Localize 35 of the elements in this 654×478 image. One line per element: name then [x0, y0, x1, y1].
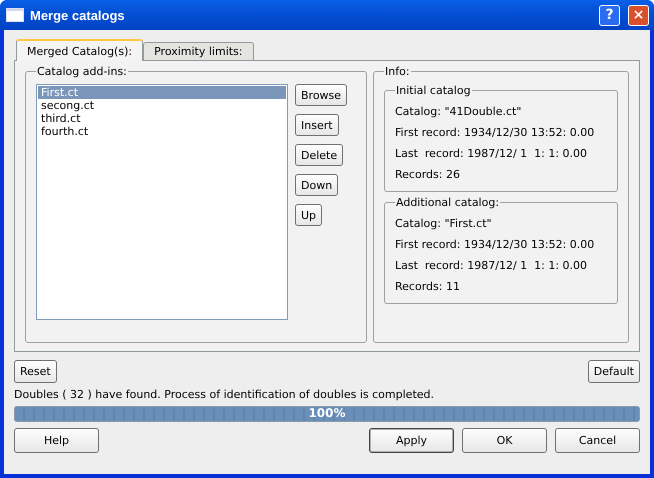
- info-line: First record: 1934/12/30 13:52: 0.00: [395, 125, 596, 141]
- list-item[interactable]: third.ct: [38, 112, 286, 125]
- group-title: Catalog add-ins:: [36, 65, 128, 78]
- info-line: Records: 26: [395, 167, 461, 183]
- catalog-list[interactable]: First.ct secong.ct third.ct fourth.ct: [36, 84, 288, 320]
- window-title: Merge catalogs: [30, 8, 125, 22]
- dialog-button[interactable]: Help: [14, 428, 99, 453]
- info-line: Catalog: "41Double.ct": [395, 104, 522, 120]
- reset-button[interactable]: Reset: [14, 360, 57, 383]
- info-line: Last record: 1987/12/ 1 1: 1: 0.00: [395, 146, 588, 162]
- list-action-button[interactable]: Down: [295, 174, 338, 196]
- list-action-button[interactable]: Up: [295, 204, 322, 226]
- status-message: Doubles ( 32 ) have found. Process of identification of doubles is completed.: [14, 388, 435, 401]
- list-action-button[interactable]: Insert: [295, 114, 339, 136]
- info-line: Records: 11: [395, 279, 461, 295]
- close-button[interactable]: ×: [628, 4, 649, 26]
- dialog-button[interactable]: Cancel: [555, 428, 640, 453]
- group-title: Info:: [384, 65, 411, 78]
- window-icon: [6, 8, 24, 22]
- list-item[interactable]: secong.ct: [38, 99, 286, 112]
- default-button[interactable]: Default: [588, 360, 640, 383]
- help-button[interactable]: ?: [599, 4, 620, 26]
- list-item[interactable]: fourth.ct: [38, 125, 286, 138]
- dialog-button[interactable]: Apply: [369, 428, 454, 453]
- dialog-button[interactable]: OK: [462, 428, 547, 453]
- list-action-button[interactable]: Browse: [295, 84, 348, 106]
- group-title: Initial catalog: [395, 84, 472, 97]
- info-line: Catalog: "First.ct": [395, 216, 493, 232]
- tab[interactable]: Merged Catalog(s):: [16, 39, 144, 61]
- group-title: Additional catalog:: [395, 196, 500, 209]
- tab[interactable]: Proximity limits:: [143, 42, 254, 60]
- list-action-button[interactable]: Delete: [295, 144, 344, 166]
- info-line: Last record: 1987/12/ 1 1: 1: 0.00: [395, 258, 588, 274]
- progress-label: 100%: [308, 406, 346, 420]
- info-line: First record: 1934/12/30 13:52: 0.00: [395, 237, 596, 253]
